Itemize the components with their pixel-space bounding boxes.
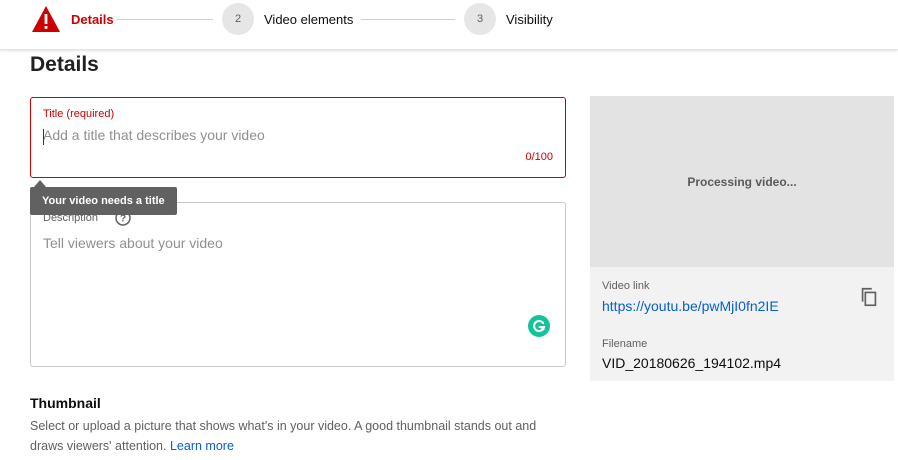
- grammarly-icon[interactable]: [528, 315, 550, 337]
- step-visibility-label: Visibility: [506, 11, 553, 27]
- processing-status: Processing video...: [687, 174, 797, 189]
- title-field-label: Title (required): [43, 108, 115, 120]
- video-info-panel: Processing video... Video link https://y…: [590, 96, 894, 381]
- step-connector: [117, 19, 213, 20]
- description-field[interactable]: Description ?: [30, 202, 566, 367]
- title-error-tooltip: Your video needs a title: [30, 187, 177, 215]
- description-input[interactable]: [43, 235, 543, 335]
- thumbnail-section-title: Thumbnail: [30, 395, 101, 411]
- title-input[interactable]: [43, 127, 543, 143]
- step-video-elements-label: Video elements: [264, 11, 354, 27]
- step-details-label: Details: [71, 11, 114, 27]
- upload-stepper: Details 2 Video elements 3 Visibility: [0, 0, 898, 50]
- copy-icon[interactable]: [856, 284, 882, 310]
- step-connector: [361, 19, 455, 20]
- svg-text:?: ?: [120, 214, 126, 225]
- title-field[interactable]: Title (required) 0/100: [30, 97, 566, 178]
- video-preview: Processing video...: [590, 96, 894, 267]
- filename-value: VID_20180626_194102.mp4: [602, 355, 782, 371]
- step-visibility[interactable]: 3 Visibility: [464, 3, 553, 35]
- thumbnail-description-text: Select or upload a picture that shows wh…: [30, 419, 537, 453]
- step-number: 3: [464, 3, 496, 35]
- learn-more-link[interactable]: Learn more: [170, 439, 234, 453]
- step-details[interactable]: Details: [31, 3, 114, 35]
- video-link[interactable]: https://youtu.be/pwMjI0fn2IE: [602, 298, 779, 314]
- step-number: 2: [222, 3, 254, 35]
- filename-label: Filename: [602, 338, 648, 350]
- step-video-elements[interactable]: 2 Video elements: [222, 3, 353, 35]
- page-title: Details: [30, 53, 99, 76]
- warning-triangle-icon: [31, 5, 61, 33]
- video-link-label: Video link: [602, 280, 650, 292]
- thumbnail-section-description: Select or upload a picture that shows wh…: [30, 416, 570, 456]
- text-caret: [43, 129, 44, 145]
- title-char-count: 0/100: [525, 151, 553, 163]
- tooltip-arrow: [34, 180, 46, 187]
